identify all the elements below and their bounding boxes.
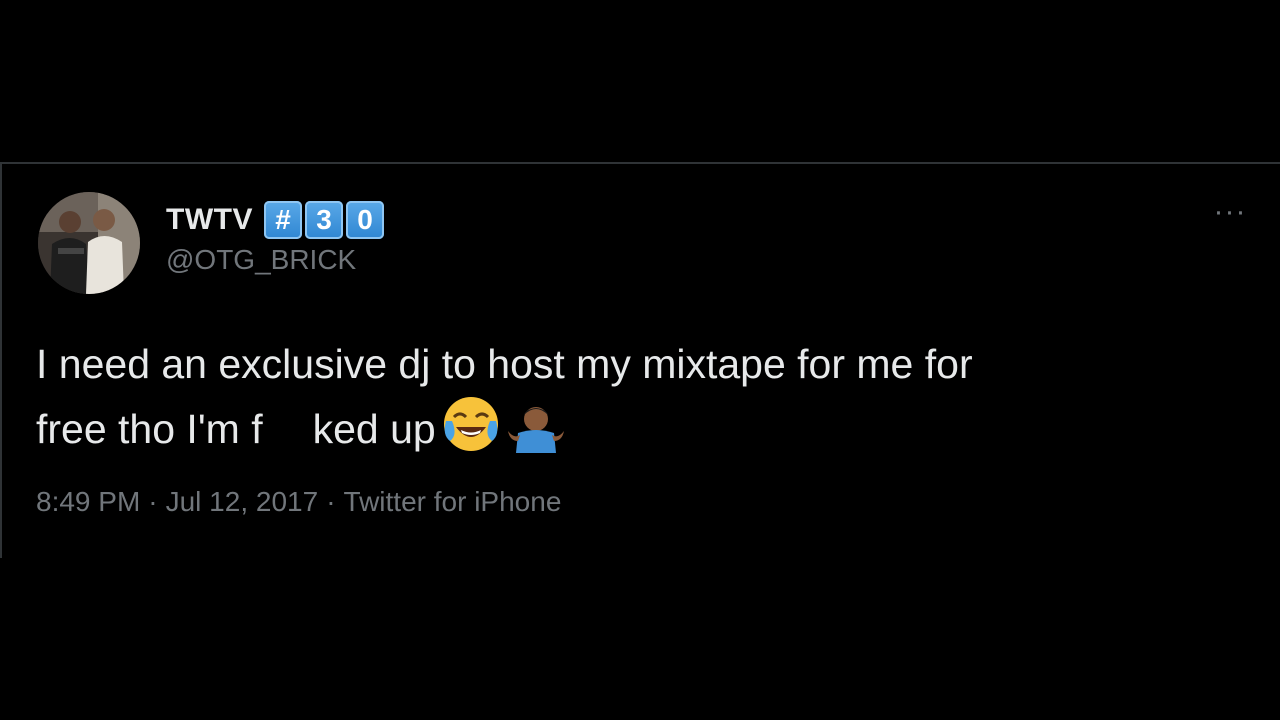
tweet-text-line-2: free tho I'm f ked up	[36, 395, 1226, 470]
tweet-metadata: 8:49 PM · Jul 12, 2017 · Twitter for iPhone	[36, 486, 561, 518]
tweet-text-line-1: I need an exclusive dj to host my mixtap…	[36, 341, 973, 387]
tweet-card[interactable]: TWTV # 3 0 @OTG_BRICK ··· I need an excl…	[0, 162, 1280, 558]
separator-dot: ·	[148, 486, 158, 517]
tweet-text: I need an exclusive dj to host my mixtap…	[36, 334, 1226, 470]
keycap-hash-emoji: #	[263, 201, 302, 239]
user-handle[interactable]: @OTG_BRICK	[166, 244, 356, 276]
tweet-date[interactable]: Jul 12, 2017	[166, 486, 319, 517]
tweet-text-part-b: ked up	[312, 406, 436, 452]
display-name[interactable]: TWTV	[166, 203, 253, 237]
tweet-source[interactable]: Twitter for iPhone	[344, 486, 562, 517]
avatar-image	[38, 192, 140, 294]
tweet-time[interactable]: 8:49 PM	[36, 486, 140, 517]
face-with-tears-of-joy-icon	[442, 395, 500, 470]
avatar[interactable]	[38, 192, 140, 294]
keycap-three-emoji: 3	[304, 201, 343, 239]
user-name-row: TWTV # 3 0	[166, 200, 384, 240]
keycap-zero-emoji: 0	[345, 201, 384, 239]
separator-dot: ·	[326, 486, 336, 517]
more-icon: ···	[1213, 195, 1247, 228]
person-shrugging-icon	[506, 403, 566, 470]
tweet-text-part-a: free tho I'm f	[36, 406, 263, 452]
more-options-button[interactable]: ···	[1210, 197, 1250, 230]
